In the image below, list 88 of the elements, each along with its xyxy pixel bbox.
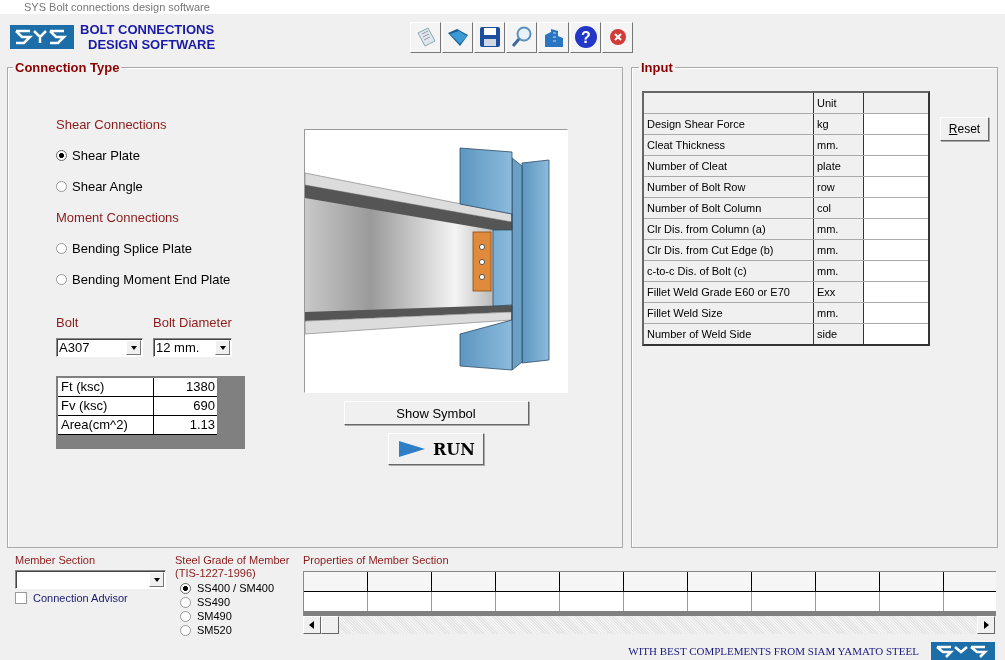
value-field[interactable]	[864, 198, 928, 218]
field-label: Member Section	[15, 554, 97, 567]
radio-button[interactable]	[180, 596, 191, 608]
option-label: Connection Advisor	[33, 592, 128, 604]
app-title: BOLT CONNECTIONS	[80, 22, 216, 37]
value-field[interactable]	[864, 114, 928, 134]
table-cell: Area(cm^2)	[58, 416, 154, 434]
value-field[interactable]	[864, 156, 928, 176]
radio-button[interactable]	[180, 610, 191, 622]
show-symbol-button[interactable]: Show Symbol	[343, 401, 529, 425]
value-field[interactable]	[864, 261, 928, 281]
table-cell: Fillet Weld Size	[644, 303, 814, 323]
option-label: SM520	[197, 624, 232, 636]
run-button[interactable]: RUN	[388, 433, 484, 465]
field-label: Properties of Member Section	[303, 554, 450, 567]
search-button[interactable]	[506, 21, 537, 53]
table-cell-text: 1.13	[188, 416, 216, 434]
left-arrow-icon	[309, 621, 315, 629]
field-label: Bolt	[56, 315, 80, 330]
value-field[interactable]	[864, 177, 928, 197]
bolt-diameter-dropdown[interactable]: 12 mm.	[153, 338, 232, 357]
section-heading: Moment Connections	[56, 210, 180, 225]
radio-option[interactable]: Shear Plate	[56, 148, 140, 163]
scroll-left-button[interactable]	[303, 616, 321, 634]
table-cell: Clr Dis. from Column (a)	[644, 219, 814, 239]
value-field[interactable]	[864, 135, 928, 155]
group-title: Connection Type	[14, 60, 121, 75]
table-cell: Ft (ksc)	[58, 378, 154, 396]
folder-button[interactable]	[442, 21, 473, 53]
section-heading: Shear Connections	[56, 117, 168, 132]
table-cell: c-to-c Dis. of Bolt (c)	[644, 261, 814, 281]
logo-icon	[931, 642, 995, 660]
radio-button[interactable]	[180, 624, 191, 636]
footer-text: WITH BEST COMPLEMENTS FROM SIAM YAMATO STEEL	[628, 645, 919, 657]
search-icon	[509, 25, 534, 49]
radio-button[interactable]	[56, 181, 67, 192]
building-button[interactable]	[538, 21, 569, 53]
radio-button[interactable]	[180, 582, 191, 594]
option-label: Shear Plate	[72, 148, 140, 163]
field-label: Bolt Diameter	[153, 315, 232, 330]
table-cell: Number of Bolt Column	[644, 198, 814, 218]
field-label: (TIS-1227-1996)	[175, 567, 257, 580]
member-section-dropdown[interactable]	[15, 570, 166, 589]
table-cell-text: 1380	[185, 378, 216, 396]
doc-button[interactable]	[410, 21, 441, 53]
option-label: Shear Angle	[72, 179, 143, 194]
value-field[interactable]	[864, 282, 928, 302]
table-cell: Design Shear Force	[644, 114, 814, 134]
table-cell: Clr Dis. from Cut Edge (b)	[644, 240, 814, 260]
table-cell: Fillet Weld Grade E60 or E70	[644, 282, 814, 302]
scroll-thumb[interactable]	[321, 616, 339, 634]
radio-option[interactable]: Shear Angle	[56, 179, 143, 194]
value-field[interactable]	[864, 240, 928, 260]
radio-option[interactable]: SM490	[180, 610, 232, 622]
logo-icon	[10, 25, 74, 49]
option-label: SS400 / SM400	[197, 582, 275, 594]
radio-button[interactable]	[56, 243, 67, 254]
group-title: Input	[640, 60, 674, 75]
bolt-dropdown[interactable]: A307	[56, 338, 143, 357]
radio-button[interactable]	[56, 150, 67, 161]
save-icon	[477, 25, 502, 49]
checkbox-option[interactable]: Connection Advisor	[15, 592, 175, 604]
radio-button[interactable]	[56, 274, 67, 285]
value-field[interactable]	[864, 219, 928, 239]
scroll-right-button[interactable]	[977, 616, 995, 634]
horizontal-scrollbar[interactable]	[303, 616, 995, 634]
window-title: SYS Bolt connections design software	[24, 1, 210, 13]
option-label: SS490	[197, 596, 231, 608]
radio-option[interactable]: SM520	[180, 624, 232, 636]
column-header: Unit	[814, 93, 864, 113]
option-label: SM490	[197, 610, 232, 622]
field-label: Steel Grade of Member	[175, 554, 291, 567]
reset-button[interactable]: Reset	[940, 117, 989, 141]
table-cell: Number of Bolt Row	[644, 177, 814, 197]
table-cell: Cleat Thickness	[644, 135, 814, 155]
table-cell-text: 690	[192, 397, 216, 415]
table-cell: Number of Cleat	[644, 156, 814, 176]
app-title: DESIGN SOFTWARE	[87, 37, 217, 52]
radio-option[interactable]: SS400 / SM400	[180, 582, 275, 594]
checkbox[interactable]	[15, 592, 27, 604]
value-field[interactable]	[864, 303, 928, 323]
value-field[interactable]	[864, 324, 928, 344]
save-button[interactable]	[474, 21, 505, 53]
right-arrow-icon	[983, 621, 989, 629]
close-button[interactable]	[602, 21, 633, 53]
radio-option[interactable]: SS490	[180, 596, 231, 608]
table-cell: Fv (ksc)	[58, 397, 154, 415]
table-cell: Number of Weld Side	[644, 324, 814, 344]
